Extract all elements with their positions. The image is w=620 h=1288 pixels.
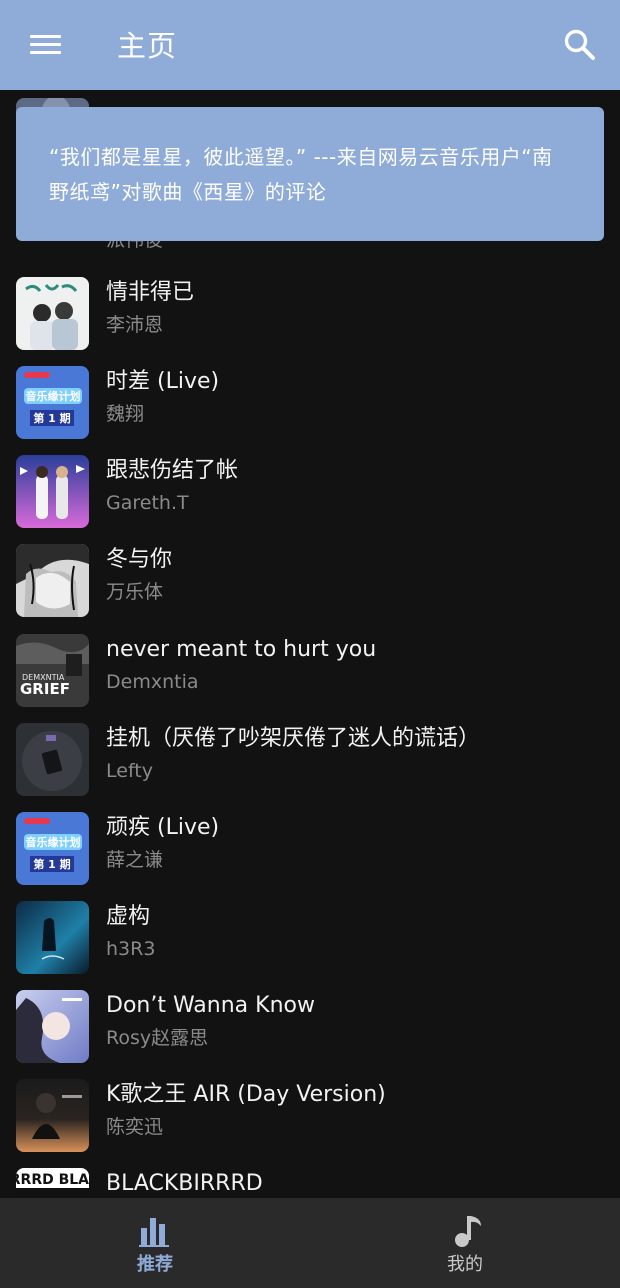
song-title: 虚构: [106, 904, 151, 929]
song-title: never meant to hurt you: [106, 637, 377, 662]
song-row[interactable]: DEMXNTIA GRIEF never meant to hurt you D…: [0, 626, 620, 715]
svg-text:GRIEF: GRIEF: [20, 680, 70, 698]
song-artist: 魏翔: [106, 403, 145, 425]
album-cover: 音乐缘计划 第 1 期: [16, 812, 89, 885]
song-artist: h3R3: [106, 938, 156, 960]
song-artist: Gareth.T: [106, 492, 189, 514]
song-row[interactable]: 挂机（厌倦了吵架厌倦了迷人的谎话） Lefty: [0, 715, 620, 804]
song-artist: 薛之谦: [106, 849, 164, 871]
song-title: 冬与你: [106, 547, 173, 572]
song-artist: Lefty: [106, 760, 153, 782]
song-artist: 李沛恩: [106, 314, 164, 336]
song-title: 时差 (Live): [106, 369, 220, 394]
song-title: BLACKBIRRRD: [106, 1171, 263, 1196]
album-cover: [16, 1079, 89, 1152]
song-row[interactable]: 冬与你 万乐体: [0, 536, 620, 625]
svg-text:BIRRRD BLACK: BIRRRD BLACK: [16, 1172, 89, 1188]
bottom-navigation: 推荐 我的: [0, 1198, 620, 1288]
nav-tab-recommend[interactable]: 推荐: [0, 1198, 310, 1288]
song-title: Don’t Wanna Know: [106, 993, 315, 1018]
song-artist: Rosy赵露思: [106, 1027, 209, 1049]
album-cover: 音乐缘计划 第 1 期: [16, 366, 89, 439]
song-row[interactable]: 跟悲伤结了帐 Gareth.T: [0, 447, 620, 536]
song-artist: 万乐体: [106, 581, 164, 603]
song-artist: Demxntia: [106, 671, 199, 693]
page-title: 主页: [117, 29, 178, 63]
svg-text:第 1 期: 第 1 期: [33, 857, 70, 871]
song-title: 跟悲伤结了帐: [106, 458, 239, 483]
song-title: K歌之王 AIR (Day Version): [106, 1082, 386, 1107]
app-root: 主页 派伟俊: [0, 0, 620, 1288]
album-cover: [16, 544, 89, 617]
album-cover: DEMXNTIA GRIEF: [16, 634, 89, 707]
album-cover: [16, 901, 89, 974]
nav-tab-mine[interactable]: 我的: [310, 1198, 620, 1288]
song-list: 派伟俊 情非得已 李沛恩: [0, 90, 620, 1198]
quote-text: “我们都是星星，彼此遥望。” ---来自网易云音乐用户“南野纸鸢”对歌曲《西星》…: [49, 145, 553, 204]
quote-card: “我们都是星星，彼此遥望。” ---来自网易云音乐用户“南野纸鸢”对歌曲《西星》…: [16, 107, 604, 241]
svg-text:音乐缘计划: 音乐缘计划: [26, 389, 81, 403]
song-row[interactable]: BIRRRD BLACK BLACKBIRRRD: [0, 1160, 620, 1198]
album-cover: [16, 455, 89, 528]
hamburger-menu-icon[interactable]: [22, 26, 68, 64]
nav-label-recommend: 推荐: [137, 1254, 173, 1275]
top-app-bar: 主页: [0, 0, 620, 90]
song-row[interactable]: 音乐缘计划 第 1 期 顽疾 (Live) 薛之谦: [0, 804, 620, 893]
song-title: 挂机（厌倦了吵架厌倦了迷人的谎话）: [106, 726, 481, 751]
song-row[interactable]: Don’t Wanna Know Rosy赵露思: [0, 982, 620, 1071]
search-icon[interactable]: [560, 26, 600, 66]
song-artist: 陈奕迅: [106, 1116, 164, 1138]
music-note-icon: [445, 1214, 485, 1248]
svg-text:第 1 期: 第 1 期: [33, 411, 70, 425]
song-row[interactable]: 虚构 h3R3: [0, 893, 620, 982]
album-cover: BIRRRD BLACK: [16, 1168, 89, 1198]
song-row[interactable]: 音乐缘计划 第 1 期 时差 (Live) 魏翔: [0, 358, 620, 447]
song-row[interactable]: K歌之王 AIR (Day Version) 陈奕迅: [0, 1071, 620, 1160]
nav-label-mine: 我的: [447, 1254, 483, 1275]
song-title: 顽疾 (Live): [106, 815, 220, 840]
album-cover: [16, 723, 89, 796]
svg-text:音乐缘计划: 音乐缘计划: [26, 835, 81, 849]
song-title: 情非得已: [106, 280, 195, 305]
bar-chart-icon: [135, 1214, 175, 1248]
song-row[interactable]: 情非得已 李沛恩: [0, 269, 620, 358]
album-cover: [16, 990, 89, 1063]
album-cover: [16, 277, 89, 350]
